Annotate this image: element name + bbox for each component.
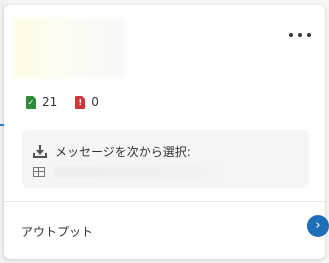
error-count-value: 0 bbox=[91, 95, 99, 109]
more-horizontal-icon bbox=[289, 33, 293, 37]
message-source-redacted bbox=[55, 166, 215, 178]
message-select-label: メッセージを次から選択: bbox=[55, 145, 191, 159]
message-card: ✓ 21 ! 0 メッセージを次から選択: アウトプット bbox=[4, 5, 325, 259]
output-label: アウトプット bbox=[21, 225, 94, 239]
status-counts: ✓ 21 ! 0 bbox=[26, 95, 99, 109]
download-icon bbox=[33, 144, 47, 159]
success-count-value: 21 bbox=[42, 95, 58, 109]
message-source-row[interactable] bbox=[33, 166, 215, 178]
message-select-row: メッセージを次から選択: bbox=[33, 143, 191, 160]
error-count[interactable]: ! 0 bbox=[75, 95, 99, 109]
table-icon bbox=[33, 167, 45, 177]
next-button[interactable]: › bbox=[307, 215, 329, 237]
message-select-panel[interactable]: メッセージを次から選択: bbox=[22, 130, 309, 188]
divider bbox=[4, 201, 325, 202]
more-dot bbox=[307, 33, 311, 37]
more-options-button[interactable] bbox=[289, 27, 311, 43]
success-count[interactable]: ✓ 21 bbox=[26, 95, 57, 109]
error-file-icon: ! bbox=[75, 95, 86, 109]
blurred-thumbnail bbox=[15, 17, 125, 79]
chevron-right-icon: › bbox=[315, 218, 321, 233]
more-dot bbox=[298, 33, 302, 37]
success-file-icon: ✓ bbox=[26, 95, 36, 109]
